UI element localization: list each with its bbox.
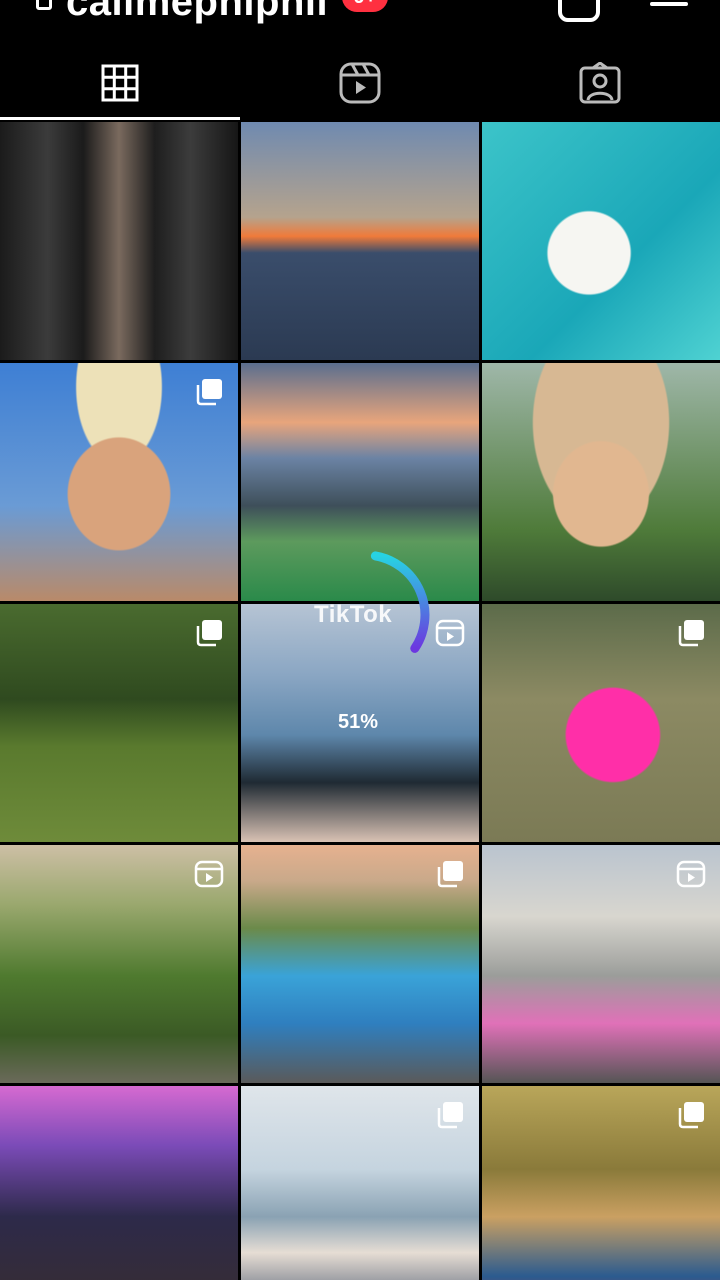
grid-post[interactable]: [482, 604, 720, 842]
grid-post[interactable]: [0, 845, 238, 1083]
notification-badge[interactable]: 9+: [342, 0, 388, 12]
reel-icon: [194, 860, 224, 888]
active-tab-indicator: [0, 117, 240, 120]
tiktok-loading-overlay: TikTok 51%: [300, 540, 430, 733]
reel-icon: [676, 860, 706, 888]
grid-post[interactable]: [0, 122, 238, 360]
profile-header: callmephiphil 9+: [0, 0, 720, 25]
profile-username[interactable]: callmephiphil: [66, 0, 328, 25]
carousel-icon: [678, 1102, 704, 1129]
tab-posts-grid[interactable]: [0, 46, 240, 120]
tab-tagged[interactable]: [480, 46, 720, 120]
grid-post[interactable]: [482, 122, 720, 360]
tiktok-watermark: TikTok: [314, 601, 393, 628]
grid-post[interactable]: [0, 604, 238, 842]
grid-post[interactable]: [241, 845, 479, 1083]
grid-post[interactable]: [241, 1086, 479, 1280]
lock-icon: [36, 0, 52, 10]
grid-post[interactable]: [0, 1086, 238, 1280]
create-post-icon[interactable]: [558, 0, 600, 22]
tagged-user-icon: [579, 62, 621, 104]
carousel-icon: [196, 379, 222, 406]
grid-post[interactable]: [0, 363, 238, 601]
progress-percent: 51%: [338, 711, 379, 733]
grid-post[interactable]: [482, 1086, 720, 1280]
carousel-icon: [678, 620, 704, 647]
carousel-icon: [196, 620, 222, 647]
grid-post[interactable]: [482, 363, 720, 601]
menu-icon[interactable]: [650, 0, 688, 12]
tab-reels[interactable]: [240, 46, 480, 120]
grid-icon: [101, 64, 139, 102]
carousel-icon: [437, 861, 463, 888]
grid-post[interactable]: [482, 845, 720, 1083]
reel-icon: [435, 619, 465, 647]
grid-post[interactable]: [241, 122, 479, 360]
profile-tabs: [0, 46, 720, 120]
reels-icon: [339, 62, 381, 104]
carousel-icon: [437, 1102, 463, 1129]
